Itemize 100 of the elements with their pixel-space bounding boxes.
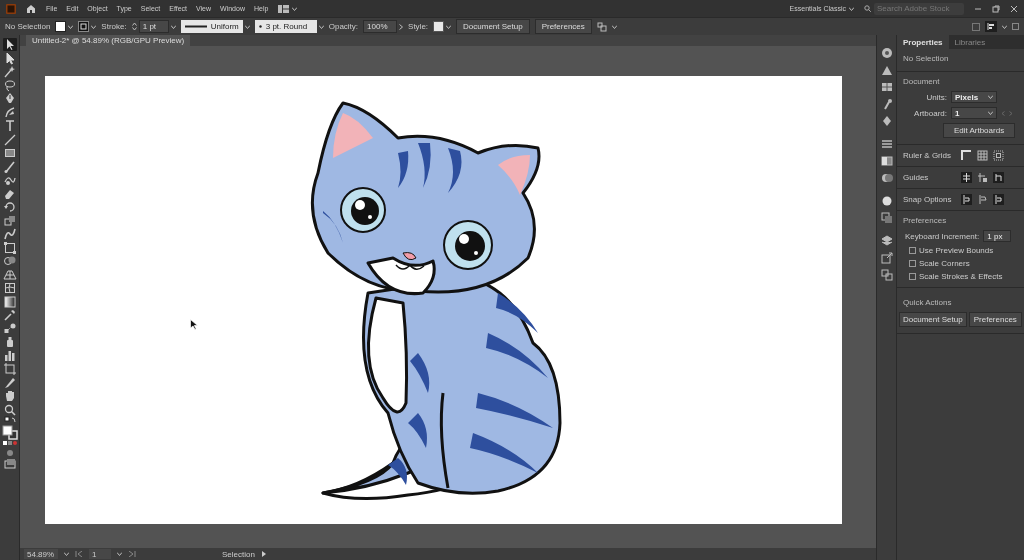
caret-icon[interactable] [988,111,993,115]
first-artboard-icon[interactable] [75,551,83,557]
section-heading: Preferences [903,216,948,225]
section-heading: Document [903,77,941,86]
close-icon[interactable] [1010,4,1018,13]
swatches-icon[interactable] [880,81,893,93]
stroke-icon[interactable] [880,138,893,150]
units-value: Pixels [955,92,979,102]
keyboard-increment-field[interactable]: 1 px [983,230,1012,242]
layers-icon[interactable] [880,235,893,247]
document-tab[interactable]: Untitled-2* @ 54.89% (RGB/GPU Preview) [26,35,191,46]
option-label: Ruler & Grids [903,151,952,160]
bar-chart-icon[interactable] [2,348,17,362]
document-setup-button[interactable]: Document Setup [899,312,967,327]
magic-wand-icon[interactable] [2,65,17,78]
caret-icon[interactable] [446,24,452,29]
stroke-weight-field[interactable]: 1 pt [138,20,169,33]
arrange-icon[interactable] [596,21,607,32]
caret-icon[interactable] [1002,24,1007,29]
zoom-icon[interactable] [2,402,17,416]
caret-icon[interactable] [244,24,250,29]
scale-icon[interactable] [2,213,17,227]
artboard-value: 1 [955,108,960,118]
stepper-icon[interactable] [131,22,137,31]
brush-dropdown[interactable]: 3 pt. Round [254,20,317,33]
preferences-button[interactable]: Preferences [534,19,592,34]
caret-icon[interactable] [68,24,74,29]
units-label: Units: [925,92,947,102]
caret-icon[interactable] [849,6,854,11]
caret-icon[interactable] [611,24,617,29]
caret-icon[interactable] [117,552,122,556]
curvature-pen-icon[interactable] [2,105,17,119]
cursor-arrow-icon [190,319,198,330]
keyboard-increment-label: Keyboard Increment: [905,231,980,241]
stroke-label: Stroke: [101,22,127,31]
panel-tab[interactable]: Properties [897,35,949,49]
preferences-button[interactable]: Preferences [968,312,1022,327]
style-label: Style: [408,22,429,31]
pixel-grid-icon[interactable] [993,150,1004,161]
artboard-label: Artboard: [913,108,947,118]
last-artboard-icon[interactable] [128,551,136,557]
caret-icon[interactable] [988,95,993,99]
fill-stroke-swatches[interactable] [1,424,18,440]
panel-tab[interactable]: Libraries [948,35,992,49]
fill-swatch[interactable] [55,21,67,32]
paintbrush-icon[interactable] [2,159,17,173]
opacity-label: Opacity: [328,22,359,31]
section-heading: Quick Actions [903,298,953,307]
free-transform-icon[interactable] [2,240,17,254]
checkbox-label: Scale Strokes & Effects [919,272,1003,281]
caret-icon[interactable] [318,24,324,29]
brush-value: 3 pt. Round [265,22,308,31]
search-icon [864,5,871,12]
units-dropdown[interactable]: Pixels [951,91,997,103]
rectangle-icon[interactable] [2,146,17,159]
dot-icon [258,25,262,28]
caret-icon[interactable] [91,24,97,29]
artboard-dropdown[interactable]: 1 [951,107,997,119]
selection-tool-icon[interactable] [2,38,17,51]
line-icon[interactable] [2,132,17,146]
lasso-icon[interactable] [2,78,17,92]
export-icon[interactable] [880,252,893,264]
selection-status: No Selection [903,54,950,63]
document-setup-button[interactable]: Document Setup [456,19,530,34]
play-icon[interactable] [260,551,267,557]
slice-icon[interactable] [2,375,17,389]
stroke-line-icon [184,25,207,28]
ruler-icon[interactable] [961,150,972,161]
guides-icon[interactable] [961,172,972,183]
caret-icon[interactable] [292,6,298,11]
chevron-right-icon[interactable] [399,23,404,30]
caret-icon[interactable] [64,552,69,556]
checkbox-label: Use Preview Bounds [919,246,994,255]
edit-artboards-button[interactable]: Edit Artboards [943,123,1015,138]
gradient-icon[interactable] [2,294,17,308]
stroke-swatch[interactable] [78,21,90,32]
selection-label: No Selection [5,22,51,31]
checkbox[interactable] [909,247,916,254]
checkbox-label: Scale Corners [919,259,970,268]
home-icon[interactable] [26,4,36,13]
opacity-field[interactable]: 100% [363,20,398,33]
rotate-icon[interactable] [2,200,17,213]
current-tool-label: Selection [222,549,255,559]
style-swatch[interactable] [433,21,445,32]
zoom-field[interactable]: 54.89% [24,549,58,559]
profile-value: Uniform [210,22,239,31]
perspective-grid-icon[interactable] [2,267,17,281]
checkbox[interactable] [909,273,916,280]
artboard-icon[interactable] [2,362,17,375]
restore-icon[interactable] [992,4,1000,13]
caret-icon[interactable] [170,24,176,29]
stroke-profile-dropdown[interactable]: Uniform [180,20,243,33]
mesh-icon[interactable] [2,281,17,294]
workspace-layout-icon[interactable] [278,4,290,13]
artboard-number-field[interactable]: 1 [89,549,111,559]
swap-colors-icon[interactable] [2,416,17,424]
align-left-icon[interactable] [985,21,997,32]
eyedropper-icon[interactable] [2,308,17,321]
grid-icon[interactable] [977,150,988,161]
checkbox[interactable] [909,260,916,267]
